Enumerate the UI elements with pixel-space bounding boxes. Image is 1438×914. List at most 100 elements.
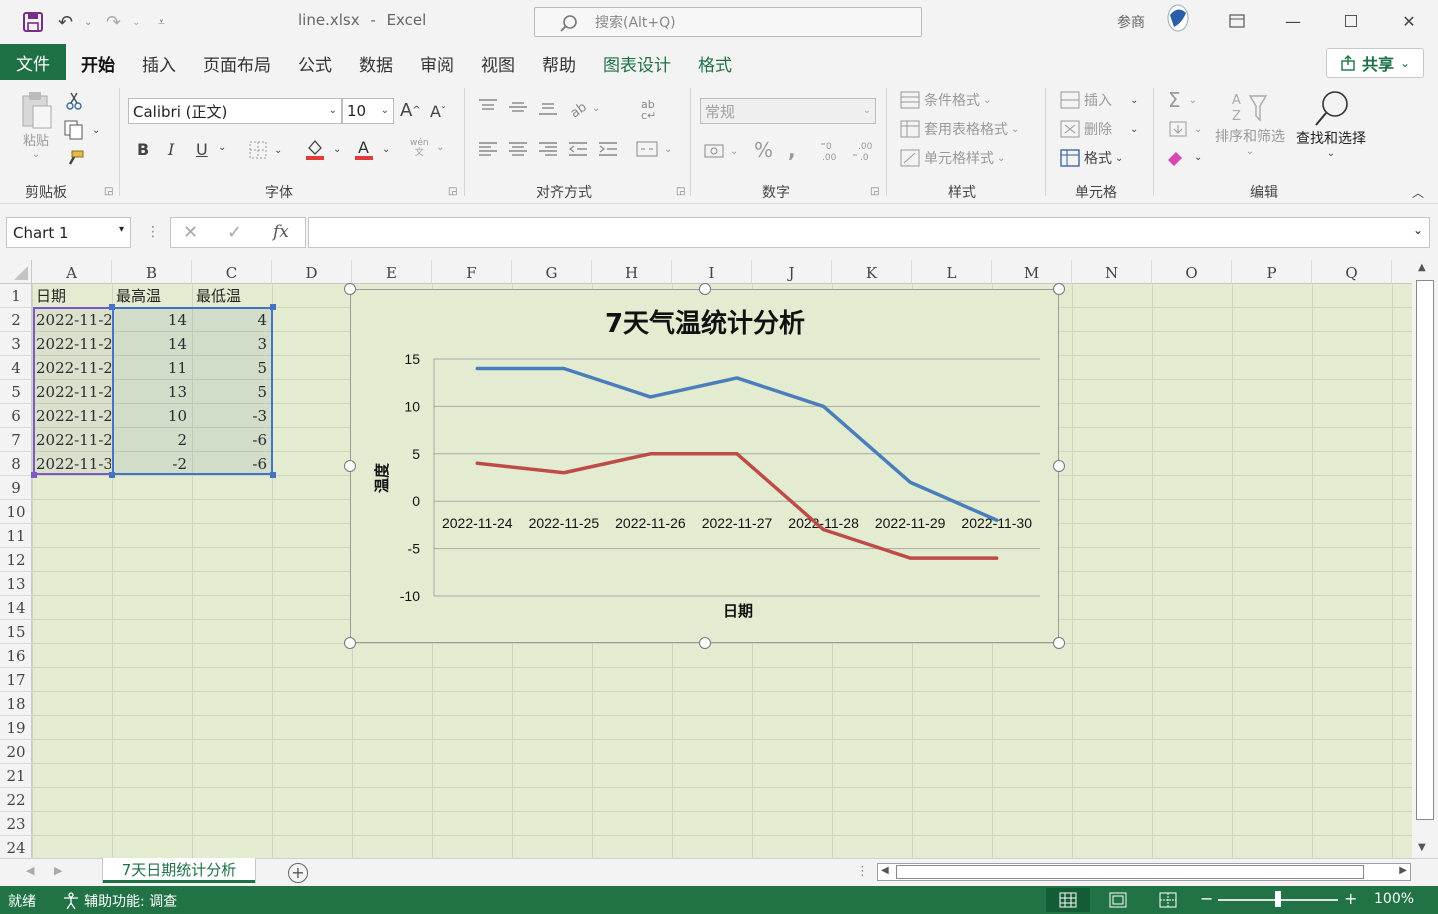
maximize-icon[interactable]	[1336, 8, 1366, 34]
autosum-icon[interactable]: Σ ⌄	[1168, 88, 1197, 112]
header-cell[interactable]: 日期	[33, 284, 111, 308]
find-select-button[interactable]: 查找和选择 ⌄	[1292, 88, 1370, 159]
fill-icon[interactable]: ⌄	[1168, 120, 1202, 138]
line-chart[interactable]: 7天气温统计分析 温度 日期 15 10 5 0 -5 -10 2022-11-24 202…	[350, 289, 1059, 643]
scroll-up-icon[interactable]: ▲	[1418, 262, 1426, 273]
increase-font-icon[interactable]: A ^	[400, 100, 421, 121]
tab-review[interactable]: 审阅	[420, 51, 454, 76]
align-middle-icon[interactable]	[508, 98, 528, 116]
series-line-0[interactable]	[475, 366, 999, 522]
align-left-icon[interactable]	[478, 140, 498, 158]
column-header[interactable]: N	[1072, 260, 1152, 284]
border-dropdown-icon[interactable]: ⌄	[274, 145, 282, 156]
copy-icon[interactable]: ⌄	[64, 120, 100, 140]
cell-styles-button[interactable]: 单元格样式 ⌄	[900, 148, 1005, 168]
redo-icon[interactable]: ↷	[106, 10, 121, 34]
fill-dropdown-icon[interactable]: ⌄	[1194, 124, 1202, 135]
sheet-tab[interactable]: 7天日期统计分析	[103, 858, 255, 883]
alignment-launcher-icon[interactable]: ◲	[676, 186, 686, 197]
page-layout-view-button[interactable]	[1096, 888, 1140, 912]
row-header[interactable]: 22	[0, 788, 32, 812]
chart-resize-handle[interactable]	[699, 283, 711, 295]
ribbon-display-icon[interactable]	[1222, 8, 1252, 34]
row-header[interactable]: 20	[0, 740, 32, 764]
collapse-ribbon-icon[interactable]: ︿	[1412, 184, 1424, 201]
merge-dropdown-icon[interactable]: ⌄	[664, 144, 672, 155]
horizontal-scrollbar[interactable]: ◀ ▶	[877, 863, 1411, 881]
user-name[interactable]: 参商	[1117, 12, 1145, 32]
range-handle[interactable]	[31, 472, 37, 478]
zoom-slider-thumb[interactable]	[1275, 891, 1281, 907]
decrease-decimal-icon[interactable]: .00.0	[852, 140, 876, 162]
number-launcher-icon[interactable]: ◲	[870, 186, 880, 197]
tab-chart-design[interactable]: 图表设计	[603, 51, 671, 76]
redo-dropdown-icon[interactable]: ⌄	[132, 10, 140, 34]
row-header[interactable]: 10	[0, 500, 32, 524]
enter-icon[interactable]: ✓	[227, 222, 242, 243]
prev-sheet-icon[interactable]: ◀	[26, 864, 34, 877]
range-handle[interactable]	[270, 472, 276, 478]
underline-button[interactable]: U	[196, 140, 208, 159]
row-header[interactable]: 18	[0, 692, 32, 716]
tab-split-grip-icon[interactable]: ⋮	[856, 864, 869, 879]
row-header[interactable]: 15	[0, 620, 32, 644]
tab-insert[interactable]: 插入	[142, 51, 176, 76]
row-header[interactable]: 23	[0, 812, 32, 836]
chart-resize-handle[interactable]	[344, 460, 356, 472]
align-right-icon[interactable]	[538, 140, 558, 158]
zoom-level[interactable]: 100%	[1374, 891, 1414, 907]
column-header[interactable]: D	[272, 260, 352, 284]
insert-function-button[interactable]: fx	[273, 222, 289, 242]
tab-view[interactable]: 视图	[481, 51, 515, 76]
chart-resize-handle[interactable]	[1053, 637, 1065, 649]
range-handle[interactable]	[109, 304, 115, 310]
header-cell[interactable]: 最低温	[193, 284, 271, 308]
select-all-corner[interactable]	[0, 260, 32, 284]
save-icon[interactable]	[22, 10, 44, 34]
fill-color-icon[interactable]: ⌄	[305, 138, 341, 160]
y-axis-title[interactable]: 温度	[373, 462, 391, 493]
vertical-scroll-thumb[interactable]	[1416, 280, 1434, 820]
chart-resize-handle[interactable]	[699, 637, 711, 649]
cancel-icon[interactable]: ✕	[183, 222, 198, 243]
merge-center-icon[interactable]: ⌄	[636, 140, 672, 158]
phonetic-dropdown-icon[interactable]: ⌄	[436, 142, 444, 153]
column-header[interactable]: G	[512, 260, 592, 284]
formula-bar-grip-icon[interactable]: ⋮	[146, 224, 160, 240]
row-header[interactable]: 21	[0, 764, 32, 788]
bold-button[interactable]: B	[137, 140, 149, 159]
font-launcher-icon[interactable]: ◲	[448, 186, 458, 197]
clear-dropdown-icon[interactable]: ⌄	[1194, 152, 1202, 163]
undo-dropdown-icon[interactable]: ⌄	[84, 10, 92, 34]
column-header[interactable]: O	[1152, 260, 1232, 284]
normal-view-button[interactable]	[1046, 888, 1090, 912]
customize-toolbar-icon[interactable]: ⩡	[158, 10, 165, 34]
horizontal-scroll-thumb[interactable]	[896, 865, 1364, 879]
cut-icon[interactable]	[66, 92, 82, 110]
chart-resize-handle[interactable]	[344, 283, 356, 295]
wrap-text-icon[interactable]: ab c↵	[640, 98, 660, 120]
row-header[interactable]: 6	[0, 404, 32, 428]
range-handle[interactable]	[109, 472, 115, 478]
tab-data[interactable]: 数据	[359, 51, 393, 76]
tab-format[interactable]: 格式	[698, 51, 732, 76]
column-header[interactable]: K	[832, 260, 912, 284]
autosum-dropdown-icon[interactable]: ⌄	[1189, 95, 1197, 106]
tab-file[interactable]: 文件	[0, 44, 66, 80]
row-header[interactable]: 11	[0, 524, 32, 548]
range-handle[interactable]	[270, 304, 276, 310]
percent-icon[interactable]: %	[754, 138, 773, 162]
minimize-icon[interactable]: —	[1278, 8, 1308, 34]
column-header[interactable]: J	[752, 260, 832, 284]
font-name-select[interactable]: Calibri (正文) ⌄	[128, 98, 342, 124]
font-color-icon[interactable]: A ⌄	[354, 138, 390, 160]
comma-icon[interactable]: ,	[788, 138, 796, 162]
row-header[interactable]: 24	[0, 836, 32, 858]
undo-icon[interactable]: ↶	[58, 10, 73, 34]
share-button[interactable]: 共享 ⌄	[1326, 48, 1424, 78]
clipboard-launcher-icon[interactable]: ◲	[104, 186, 114, 197]
series-line-1[interactable]	[475, 452, 999, 560]
column-header[interactable]: I	[672, 260, 752, 284]
row-header[interactable]: 3	[0, 332, 32, 356]
align-bottom-icon[interactable]	[538, 98, 558, 116]
